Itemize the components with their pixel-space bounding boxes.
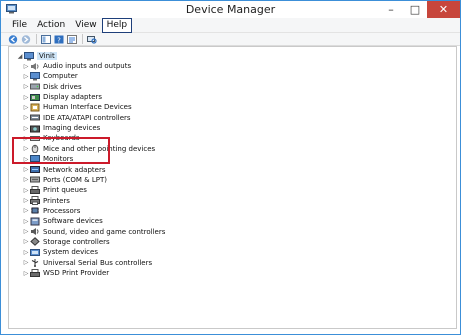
menu-action[interactable]: Action bbox=[32, 18, 70, 33]
expand-arrow-icon[interactable]: ▷ bbox=[22, 197, 30, 204]
expand-arrow-icon[interactable]: ▷ bbox=[22, 166, 30, 173]
tree-item-label: Print queues bbox=[43, 186, 87, 195]
port-icon bbox=[30, 176, 40, 183]
software-device-icon bbox=[30, 217, 40, 226]
svg-text:?: ? bbox=[57, 36, 61, 44]
maximize-button[interactable]: □ bbox=[403, 1, 427, 18]
title-bar[interactable]: Device Manager – □ ✕ bbox=[1, 1, 460, 18]
back-icon[interactable] bbox=[7, 34, 18, 44]
tree-item-label: Display adapters bbox=[43, 93, 103, 102]
tree-item-label: Universal Serial Bus controllers bbox=[43, 258, 153, 267]
printer-icon bbox=[30, 196, 40, 206]
tree-item-label: Processors bbox=[43, 206, 81, 215]
wsd-printer-icon bbox=[30, 268, 40, 277]
minimize-button[interactable]: – bbox=[379, 1, 403, 18]
tree-item[interactable]: ▷ Network adapters bbox=[22, 165, 106, 175]
tree-item[interactable]: ▷ Printers bbox=[22, 196, 70, 206]
tree-item-label: Printers bbox=[43, 196, 70, 205]
expand-arrow-icon[interactable]: ▷ bbox=[22, 218, 30, 225]
computer-icon bbox=[24, 51, 34, 60]
close-button[interactable]: ✕ bbox=[427, 1, 460, 18]
tree-root[interactable]: ◢ Vinit bbox=[16, 51, 57, 61]
expand-arrow-icon[interactable]: ▷ bbox=[22, 249, 30, 256]
expand-arrow-icon[interactable]: ▷ bbox=[22, 114, 30, 121]
tree-item[interactable]: ▷ Disk drives bbox=[22, 82, 82, 92]
menu-file[interactable]: File bbox=[7, 18, 32, 33]
tree-item-label: System devices bbox=[43, 248, 98, 257]
system-device-icon bbox=[30, 248, 40, 256]
tree-item-label: IDE ATA/ATAPI controllers bbox=[43, 113, 131, 122]
tree-item-label: Audio inputs and outputs bbox=[43, 62, 132, 70]
expand-arrow-icon[interactable]: ▷ bbox=[22, 228, 30, 235]
storage-controller-icon bbox=[30, 237, 40, 247]
expand-arrow-icon[interactable]: ▷ bbox=[22, 94, 30, 101]
tree-item-label: Network adapters bbox=[43, 165, 106, 174]
ide-controller-icon bbox=[30, 114, 40, 121]
tree-item[interactable]: ▷ Human Interface Devices bbox=[22, 102, 132, 112]
tree-item[interactable]: ▷ System devices bbox=[22, 247, 98, 257]
expand-arrow-icon[interactable]: ▷ bbox=[22, 104, 30, 111]
disk-drive-icon bbox=[30, 83, 40, 90]
expand-arrow-icon[interactable]: ▷ bbox=[22, 238, 30, 245]
tree-item-label: Software devices bbox=[43, 217, 103, 226]
hid-icon bbox=[30, 103, 40, 112]
toolbar-separator bbox=[36, 34, 37, 44]
processor-icon bbox=[31, 207, 39, 214]
expand-arrow-icon[interactable]: ▷ bbox=[22, 83, 30, 90]
tree-item[interactable]: ▷ Audio inputs and outputs bbox=[22, 61, 131, 71]
expand-arrow-icon[interactable]: ▷ bbox=[22, 187, 30, 194]
computer-icon bbox=[30, 71, 40, 81]
tree-item-label: Human Interface Devices bbox=[43, 103, 132, 112]
tree-item[interactable]: ▷ WSD Print Provider bbox=[22, 268, 109, 278]
console-tree-icon[interactable] bbox=[40, 34, 51, 44]
tree-item[interactable]: ▷ Print queues bbox=[22, 185, 87, 195]
tree-item-label: WSD Print Provider bbox=[43, 269, 110, 277]
print-queue-icon bbox=[30, 185, 40, 194]
tree-item-label: Sound, video and game controllers bbox=[43, 227, 166, 236]
tree-item[interactable]: ▷ Universal Serial Bus controllers bbox=[22, 258, 152, 268]
tree-item-label: Storage controllers bbox=[43, 237, 110, 246]
tree-item[interactable]: ▷ Sound, video and game controllers bbox=[22, 227, 166, 237]
forward-icon[interactable] bbox=[20, 34, 31, 44]
tree-item[interactable]: ▷ Software devices bbox=[22, 216, 103, 226]
menu-view[interactable]: View bbox=[70, 18, 101, 33]
display-adapter-icon bbox=[30, 93, 40, 101]
tree-item-label: Computer bbox=[43, 72, 78, 81]
device-tree[interactable]: ◢ Vinit ▷ Audio inputs and outputs ▷ Comput… bbox=[8, 46, 457, 329]
tree-item-label: Disk drives bbox=[43, 82, 82, 91]
tree-root-label: Vinit bbox=[37, 52, 57, 60]
tree-item-label: Ports (COM & LPT) bbox=[43, 175, 107, 184]
tree-item[interactable]: ▷ Ports (COM & LPT) bbox=[22, 175, 107, 185]
expand-arrow-icon[interactable]: ▷ bbox=[22, 63, 30, 70]
tree-item[interactable]: ▷ Storage controllers bbox=[22, 237, 110, 247]
tree-item[interactable]: ▷ Display adapters bbox=[22, 92, 102, 102]
network-adapter-icon bbox=[30, 166, 40, 173]
sound-icon bbox=[31, 228, 39, 236]
expand-arrow-icon[interactable]: ▷ bbox=[22, 259, 30, 266]
help-icon[interactable]: ? bbox=[53, 34, 64, 44]
device-manager-window: Device Manager – □ ✕ File Action View He… bbox=[0, 0, 461, 335]
highlight-box bbox=[12, 137, 110, 164]
tree-item[interactable]: ▷ Processors bbox=[22, 206, 81, 216]
menu-help[interactable]: Help bbox=[101, 17, 133, 33]
properties-icon[interactable] bbox=[66, 34, 77, 44]
menu-bar: File Action View Help bbox=[1, 17, 460, 33]
tree-item[interactable]: ▷ Computer bbox=[22, 71, 78, 81]
collapse-arrow-icon[interactable]: ◢ bbox=[16, 53, 24, 60]
scan-hardware-icon[interactable] bbox=[86, 34, 97, 44]
toolbar-separator bbox=[82, 34, 83, 44]
camera-icon bbox=[30, 125, 40, 133]
tree-item[interactable]: ▷ IDE ATA/ATAPI controllers bbox=[22, 113, 131, 123]
speaker-icon bbox=[31, 62, 39, 70]
usb-icon bbox=[31, 259, 39, 268]
expand-arrow-icon[interactable]: ▷ bbox=[22, 270, 30, 277]
expand-arrow-icon[interactable]: ▷ bbox=[22, 125, 30, 132]
toolbar: ? bbox=[1, 33, 460, 46]
tree-item-label: Imaging devices bbox=[43, 124, 101, 133]
tree-item[interactable]: ▷ Imaging devices bbox=[22, 123, 100, 133]
expand-arrow-icon[interactable]: ▷ bbox=[22, 207, 30, 214]
expand-arrow-icon[interactable]: ▷ bbox=[22, 73, 30, 80]
expand-arrow-icon[interactable]: ▷ bbox=[22, 176, 30, 183]
